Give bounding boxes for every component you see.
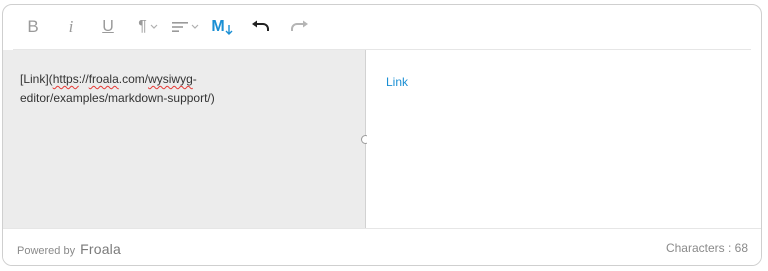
froala-logo: Froala [80, 241, 121, 257]
redo-icon [291, 20, 308, 31]
undo-icon [252, 20, 269, 31]
paragraph-format-icon: ¶ [138, 18, 147, 35]
powered-by-label: Powered by [17, 245, 76, 257]
bold-icon: B [27, 17, 39, 36]
powered-by[interactable]: Powered by Froala [17, 241, 121, 257]
source-line-1: [Link](https://froala.com/wysiwyg- [20, 72, 197, 86]
character-count: Characters : 68 [665, 241, 748, 255]
italic-icon: i [68, 17, 74, 36]
arrow-down-icon [225, 25, 233, 35]
chevron-down-icon [150, 24, 158, 29]
markdown-editor: B i U ¶ M [Link](https://froala.com/wysi… [2, 4, 762, 266]
preview-pane: Link [367, 50, 761, 228]
underline-icon: U [102, 18, 114, 35]
markdown-source-pane[interactable]: [Link](https://froala.com/wysiwyg- edito… [3, 50, 366, 228]
toolbar: B i U ¶ M [3, 5, 761, 49]
paragraph-format-button[interactable]: ¶ [133, 14, 163, 40]
preview-link[interactable]: Link [386, 75, 408, 89]
italic-button[interactable]: i [59, 14, 83, 40]
markdown-source-text[interactable]: [Link](https://froala.com/wysiwyg- edito… [20, 70, 350, 108]
source-line-2: editor/examples/markdown-support/) [20, 91, 215, 105]
markdown-icon: M [211, 18, 225, 35]
markdown-toggle-button[interactable]: M [209, 14, 235, 40]
chevron-down-icon [191, 24, 199, 29]
undo-button[interactable] [248, 14, 274, 40]
underline-button[interactable]: U [96, 14, 120, 40]
redo-button[interactable] [286, 14, 312, 40]
align-icon [172, 22, 188, 32]
align-button[interactable] [169, 14, 201, 40]
bold-button[interactable]: B [21, 14, 45, 40]
footer: Powered by Froala Characters : 68 [3, 228, 761, 265]
